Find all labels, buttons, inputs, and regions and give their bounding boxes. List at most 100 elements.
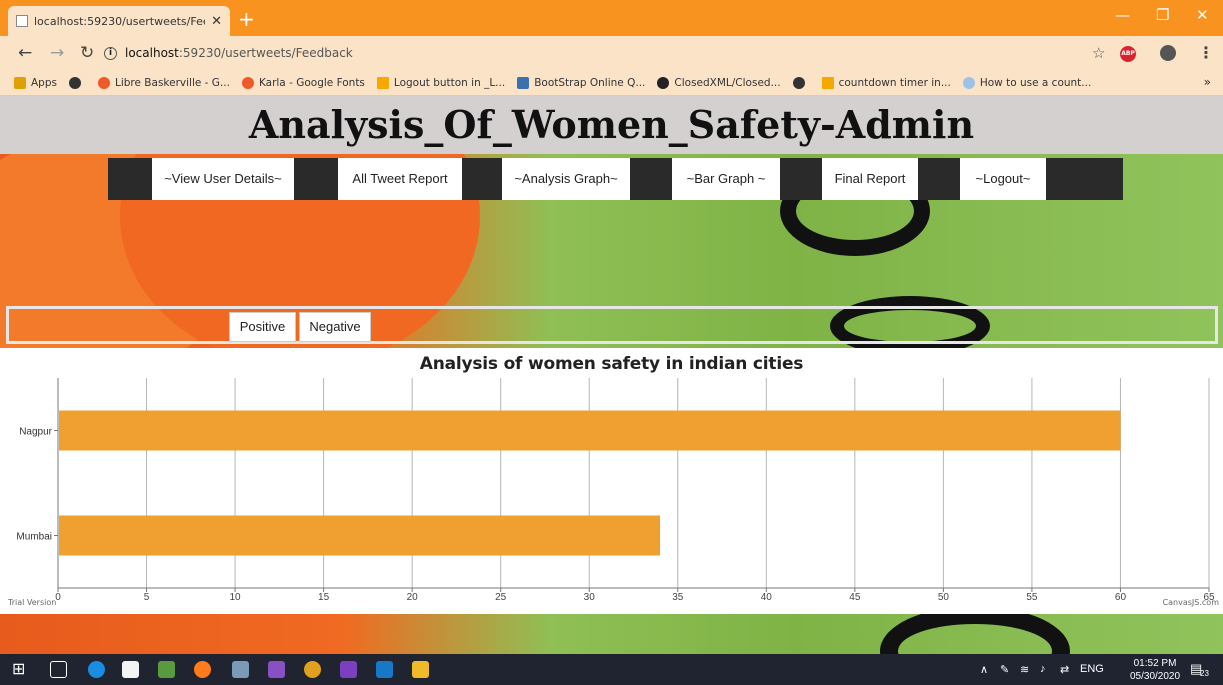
tools-icon[interactable] xyxy=(232,661,249,678)
bookmark-karla[interactable]: Karla - Google Fonts xyxy=(241,76,365,89)
bootstrap-icon xyxy=(517,76,530,89)
trial-version-label: Trial Version xyxy=(8,598,57,607)
edge-icon[interactable] xyxy=(88,661,105,678)
url-host: localhost xyxy=(125,46,179,60)
y-category-label: Mumbai xyxy=(16,532,52,543)
bookmark-how-to-use[interactable]: How to use a count... xyxy=(962,76,1092,89)
new-tab-button[interactable]: + xyxy=(238,7,255,31)
bookmark-bootstrap[interactable]: BootStrap Online Q... xyxy=(517,76,645,89)
bar xyxy=(59,515,661,556)
site-header: Analysis_Of_Women_Safety-Admin xyxy=(0,96,1223,154)
tab-title: localhost:59230/usertweets/Feed xyxy=(34,14,206,28)
bookmark-star-icon[interactable]: ☆ xyxy=(1092,44,1105,62)
canvasjs-credit[interactable]: CanvasJS.com xyxy=(1163,598,1219,607)
page-icon xyxy=(962,76,975,89)
bookmark-libre-baskerville[interactable]: Libre Baskerville - G... xyxy=(97,76,230,89)
nav-all-tweet-report[interactable]: All Tweet Report xyxy=(338,158,462,200)
apps-grid-icon xyxy=(14,76,26,89)
page-title: Analysis_Of_Women_Safety-Admin xyxy=(248,102,975,147)
windows-start-icon[interactable]: ⊞ xyxy=(12,659,29,678)
browser-toolbar: ← → ↻ i localhost :59230/usertweets/Feed… xyxy=(0,36,1223,70)
x-tick-label: 45 xyxy=(849,592,861,603)
clock-date: 05/30/2020 xyxy=(1130,671,1181,682)
x-tick-label: 55 xyxy=(1026,592,1038,603)
positive-button[interactable]: Positive xyxy=(229,312,296,342)
bookmark-countdown[interactable]: countdown timer in... xyxy=(821,76,951,89)
address-bar[interactable]: i localhost :59230/usertweets/Feedback xyxy=(104,42,1114,64)
main-nav: ~View User Details~ All Tweet Report ~An… xyxy=(108,158,1123,200)
y-category-label: Nagpur xyxy=(19,427,52,438)
bookmark-closedxml[interactable]: ClosedXML/Closed... xyxy=(657,76,781,89)
close-tab-icon[interactable]: ✕ xyxy=(211,14,222,29)
reload-icon[interactable]: ↻ xyxy=(80,43,94,63)
nav-logout[interactable]: ~Logout~ xyxy=(960,158,1046,200)
browser-tab-bar: localhost:59230/usertweets/Feed ✕ + — ❐ … xyxy=(0,0,1223,36)
visual-studio-icon[interactable] xyxy=(268,661,285,678)
more-bookmarks-icon[interactable]: » xyxy=(1204,75,1211,89)
bookmark-label: Libre Baskerville - G... xyxy=(114,76,230,89)
x-tick-label: 50 xyxy=(938,592,950,603)
x-tick-label: 15 xyxy=(318,592,330,603)
site-info-icon[interactable]: i xyxy=(104,46,117,60)
tray-chevron-icon[interactable]: ∧ xyxy=(980,663,988,676)
x-tick-label: 40 xyxy=(761,592,773,603)
file-explorer-icon[interactable] xyxy=(412,661,429,678)
adblock-icon[interactable]: ABP xyxy=(1120,46,1136,62)
task-view-icon[interactable] xyxy=(50,661,67,678)
bookmark-label: ClosedXML/Closed... xyxy=(674,76,781,89)
x-tick-label: 60 xyxy=(1115,592,1127,603)
nav-analysis-graph[interactable]: ~Analysis Graph~ xyxy=(502,158,630,200)
bookmark-logout-button[interactable]: Logout button in _L... xyxy=(376,76,505,89)
forward-icon[interactable]: → xyxy=(50,43,64,63)
network-icon[interactable]: ≋ xyxy=(1020,663,1029,676)
nav-final-report[interactable]: Final Report xyxy=(822,158,918,200)
store-icon[interactable] xyxy=(122,661,139,678)
nav-bar-graph[interactable]: ~Bar Graph ~ xyxy=(672,158,780,200)
google-fonts-icon xyxy=(97,76,110,89)
negative-button[interactable]: Negative xyxy=(299,312,371,342)
minimize-icon[interactable]: — xyxy=(1115,6,1130,24)
firefox-icon[interactable] xyxy=(194,661,211,678)
nav-view-user-details[interactable]: ~View User Details~ xyxy=(152,158,294,200)
back-icon[interactable]: ← xyxy=(18,43,32,63)
x-tick-label: 30 xyxy=(584,592,596,603)
bookmark-label: How to use a count... xyxy=(979,76,1092,89)
bookmark-apps[interactable]: Apps xyxy=(14,76,57,89)
chrome-icon[interactable] xyxy=(304,661,321,678)
language-indicator[interactable]: ENG xyxy=(1080,663,1104,675)
github-icon xyxy=(657,76,670,89)
extension-icon[interactable] xyxy=(1160,45,1176,61)
pen-icon[interactable]: ✎ xyxy=(1000,663,1009,676)
x-tick-label: 5 xyxy=(144,592,150,603)
close-window-icon[interactable]: ✕ xyxy=(1196,6,1209,24)
windows-taskbar: ⊞ ∧ ✎ ≋ ♪ ⇄ ENG 01:52 PM 05/30/2020 ▤ 23 xyxy=(0,654,1223,685)
browser-tab[interactable]: localhost:59230/usertweets/Feed ✕ xyxy=(8,6,230,36)
x-tick-label: 25 xyxy=(495,592,507,603)
chrome-menu-icon[interactable]: ⋮ xyxy=(1198,43,1214,62)
microsoft-icon xyxy=(376,76,389,89)
clock-time: 01:52 PM xyxy=(1133,658,1177,669)
bookmark-globe[interactable] xyxy=(68,76,86,89)
bar-chart: 0 5 10 15 20 25 30 35 40 45 50 55 60 65NagpurMumbai xyxy=(16,378,1215,603)
microsoft-icon xyxy=(821,76,834,89)
globe-icon xyxy=(68,76,81,89)
sync-icon[interactable]: ⇄ xyxy=(1060,663,1069,676)
clock[interactable]: 01:52 PM 05/30/2020 xyxy=(1130,657,1180,683)
notification-count: 23 xyxy=(1200,669,1209,678)
notepad-icon[interactable] xyxy=(158,661,175,678)
bookmark-globe-2[interactable] xyxy=(792,76,810,89)
x-tick-label: 20 xyxy=(407,592,419,603)
google-fonts-icon xyxy=(241,76,254,89)
volume-icon[interactable]: ♪ xyxy=(1040,663,1046,675)
restore-icon[interactable]: ❐ xyxy=(1156,6,1169,24)
x-tick-label: 35 xyxy=(672,592,684,603)
visual-studio-2-icon[interactable] xyxy=(340,661,357,678)
page-favicon-icon xyxy=(16,15,28,27)
url-path: :59230/usertweets/Feedback xyxy=(178,46,353,60)
chart-container: Analysis of women safety in indian citie… xyxy=(0,348,1223,614)
mail-icon[interactable] xyxy=(376,661,393,678)
bar xyxy=(59,410,1121,451)
bookmark-label: Apps xyxy=(31,76,57,89)
globe-icon xyxy=(792,76,805,89)
bookmark-label: countdown timer in... xyxy=(838,76,951,89)
